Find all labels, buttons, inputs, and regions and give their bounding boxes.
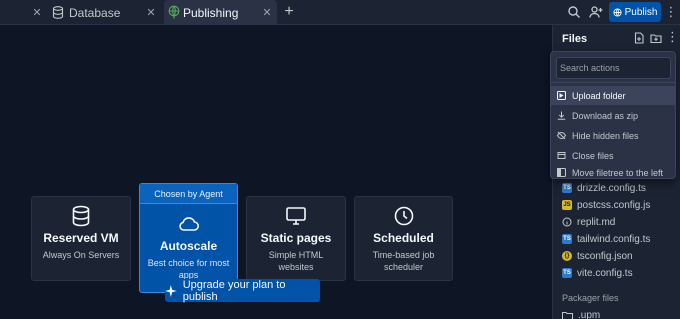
card-title: Scheduled bbox=[373, 231, 434, 245]
eye-off-icon bbox=[557, 131, 566, 140]
typescript-icon: TS bbox=[562, 234, 572, 244]
search-actions-input[interactable] bbox=[556, 57, 671, 79]
file-item[interactable]: TS drizzle.config.ts bbox=[562, 181, 646, 195]
file-item[interactable]: TS vite.config.ts bbox=[562, 266, 633, 280]
file-name: vite.config.ts bbox=[577, 267, 633, 279]
download-icon bbox=[557, 111, 566, 120]
chosen-by-agent-badge: Chosen by Agent bbox=[140, 184, 237, 204]
menu-item-label: Download as zip bbox=[572, 110, 639, 121]
folder-icon bbox=[562, 311, 573, 319]
card-subtitle: Best choice for most apps bbox=[147, 258, 230, 280]
publish-button[interactable]: Publish bbox=[609, 2, 661, 22]
sparkle-icon bbox=[165, 284, 177, 297]
publish-label: Publish bbox=[624, 6, 658, 18]
file-name: drizzle.config.ts bbox=[577, 182, 646, 194]
card-title: Static pages bbox=[260, 231, 332, 245]
menu-item-move-filetree[interactable]: Move filetree to the left bbox=[551, 165, 675, 180]
top-bar: ✕ Database ✕ Publishing ✕ + Publish ⋮ bbox=[0, 0, 680, 25]
reserved-vm-card[interactable]: Reserved VM Always On Servers bbox=[31, 196, 131, 281]
files-title: Files bbox=[562, 33, 588, 45]
file-name: tailwind.config.ts bbox=[577, 233, 651, 245]
file-item[interactable]: JS postcss.config.js bbox=[562, 198, 650, 212]
search-icon[interactable] bbox=[567, 5, 581, 19]
file-item[interactable]: TS tailwind.config.ts bbox=[562, 232, 650, 246]
static-pages-card[interactable]: Static pages Simple HTML websites bbox=[246, 196, 346, 281]
json-icon: {} bbox=[562, 251, 572, 261]
card-title: Reserved VM bbox=[43, 231, 119, 245]
new-folder-icon[interactable] bbox=[650, 32, 662, 44]
clock-icon bbox=[394, 206, 413, 226]
autoscale-card[interactable]: Chosen by Agent Autoscale Best choice fo… bbox=[139, 183, 238, 293]
add-tab-icon[interactable]: + bbox=[281, 4, 297, 20]
database-icon bbox=[72, 205, 90, 227]
menu-item-upload-folder[interactable]: Upload folder bbox=[551, 86, 675, 105]
files-more-icon[interactable]: ⋮ bbox=[666, 30, 679, 44]
file-name: tsconfig.json bbox=[577, 250, 633, 262]
menu-item-label: Upload folder bbox=[572, 90, 626, 101]
file-item[interactable]: .upm bbox=[562, 310, 600, 319]
globe-icon bbox=[613, 7, 622, 17]
file-name: .upm bbox=[578, 310, 601, 319]
globe-icon bbox=[168, 5, 180, 19]
tab-publishing[interactable]: Publishing ✕ bbox=[164, 0, 277, 25]
menu-item-hide-hidden[interactable]: Hide hidden files bbox=[551, 126, 675, 145]
file-item[interactable]: {} tsconfig.json bbox=[562, 249, 633, 263]
close-tab-icon[interactable]: ✕ bbox=[144, 6, 158, 19]
javascript-icon: JS bbox=[562, 200, 572, 210]
packager-files-heading: Packager files bbox=[562, 293, 619, 303]
scheduled-card[interactable]: Scheduled Time-based job scheduler bbox=[354, 196, 453, 281]
menu-item-label: Move filetree to the left bbox=[572, 167, 664, 178]
upgrade-plan-button[interactable]: Upgrade your plan to publish bbox=[165, 278, 320, 303]
menu-item-label: Close files bbox=[572, 150, 614, 161]
more-options-icon[interactable]: ⋮ bbox=[664, 4, 678, 20]
card-subtitle: Simple HTML websites bbox=[268, 250, 324, 272]
upgrade-label: Upgrade your plan to publish bbox=[182, 278, 286, 303]
typescript-icon: TS bbox=[562, 183, 572, 193]
close-tab-icon[interactable]: ✕ bbox=[260, 6, 274, 19]
monitor-icon bbox=[286, 207, 306, 225]
card-title: Autoscale bbox=[159, 239, 218, 253]
tab-label: Publishing bbox=[183, 5, 239, 20]
database-icon bbox=[52, 6, 64, 19]
cloud-icon bbox=[178, 217, 199, 231]
tab-database[interactable]: ✕ Database ✕ bbox=[28, 0, 160, 25]
close-tab-left-icon[interactable]: ✕ bbox=[30, 6, 44, 19]
file-actions-menu: Upload folder Download as zip Hide hidde… bbox=[550, 51, 676, 179]
sidebar-left-icon bbox=[557, 168, 566, 177]
menu-divider bbox=[551, 82, 675, 83]
new-file-icon[interactable] bbox=[633, 32, 645, 44]
card-subtitle: Always On Servers bbox=[42, 250, 120, 260]
invite-user-icon[interactable] bbox=[589, 5, 603, 19]
info-icon bbox=[562, 217, 572, 227]
close-files-icon bbox=[557, 152, 566, 159]
menu-item-download-zip[interactable]: Download as zip bbox=[551, 106, 675, 125]
file-item[interactable]: replit.md bbox=[562, 215, 615, 229]
tab-label: Database bbox=[69, 5, 121, 20]
file-name: postcss.config.js bbox=[577, 199, 651, 211]
card-subtitle: Time-based job scheduler bbox=[372, 250, 435, 272]
menu-item-close-files[interactable]: Close files bbox=[551, 146, 675, 165]
upload-folder-icon bbox=[557, 91, 566, 100]
menu-item-label: Hide hidden files bbox=[572, 130, 639, 141]
file-name: replit.md bbox=[577, 216, 616, 228]
publishing-panel: Reserved VM Always On Servers Chosen by … bbox=[0, 25, 552, 319]
typescript-icon: TS bbox=[562, 268, 572, 278]
